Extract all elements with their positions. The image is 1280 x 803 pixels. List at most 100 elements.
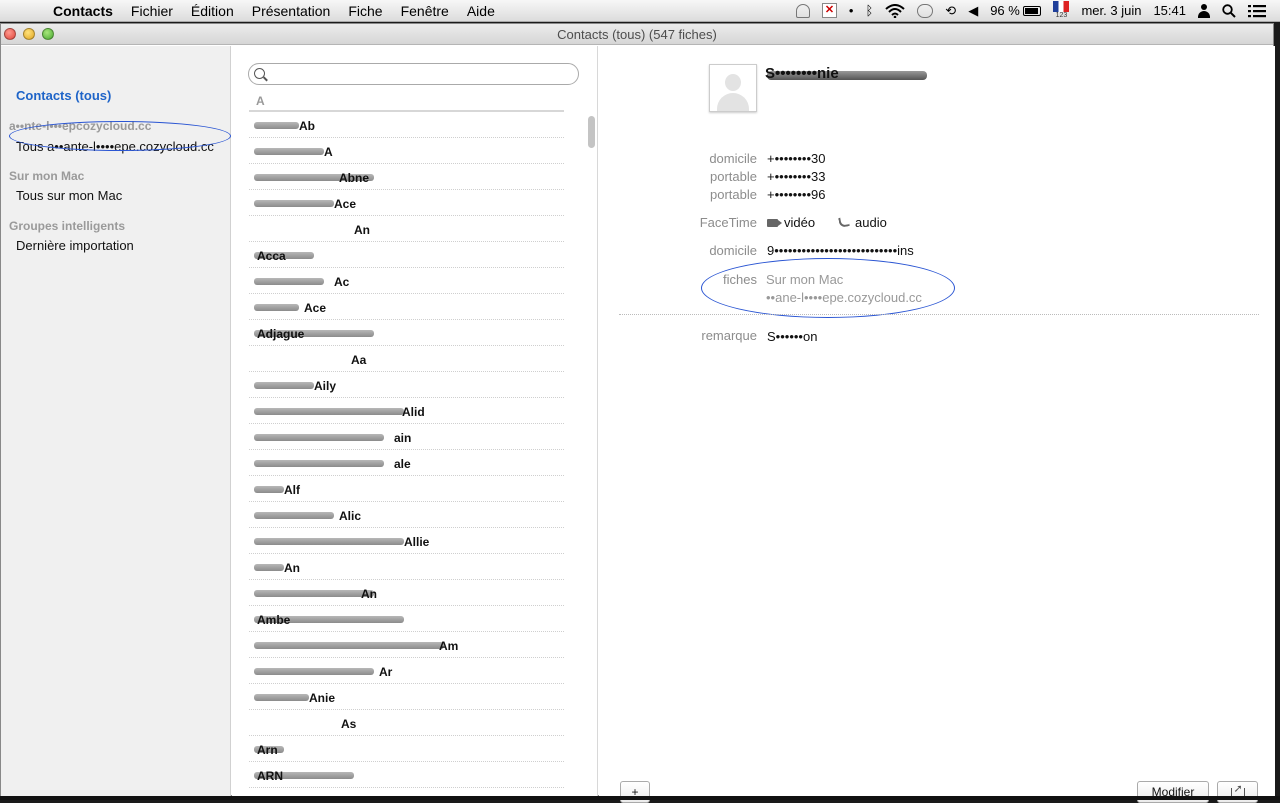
contact-avatar[interactable] — [709, 64, 757, 112]
facetime-video-link[interactable]: vidéo — [767, 215, 815, 230]
contact-name-label: ARN — [257, 769, 283, 783]
contact-name-label: Ace — [334, 197, 357, 211]
detail-divider — [619, 314, 1259, 315]
list-item[interactable]: Abne — [249, 164, 564, 190]
contact-name-label: Acca — [257, 249, 286, 263]
time-machine-icon[interactable] — [790, 3, 816, 18]
name-redaction — [254, 148, 324, 155]
name-redaction — [254, 486, 284, 493]
menu-app-contacts[interactable]: Contacts — [44, 3, 122, 19]
clock-time[interactable]: 15:41 — [1147, 3, 1192, 18]
battery-percent[interactable]: 96 % — [984, 3, 1047, 18]
list-item[interactable]: Am — [249, 632, 564, 658]
contact-name-label: Alic — [339, 509, 362, 523]
list-item[interactable]: Ace — [249, 294, 564, 320]
list-item[interactable]: Alid — [249, 398, 564, 424]
phone-label-home: domicile — [709, 151, 757, 166]
menu-fenetre[interactable]: Fenêtre — [392, 3, 458, 19]
sidebar-item-all-contacts[interactable]: Contacts (tous) — [16, 88, 111, 103]
phone-icon — [838, 216, 850, 228]
contact-name-label: As — [341, 717, 357, 731]
list-item[interactable]: Alic — [249, 502, 564, 528]
contact-name-label: ain — [394, 431, 412, 445]
search-icon — [254, 68, 265, 79]
time-sync-icon[interactable]: ⟲ — [939, 3, 962, 19]
sidebar-item-all-on-mac[interactable]: Tous sur mon Mac — [16, 188, 122, 203]
phone-value-mobile-2[interactable]: +••••••••96 — [767, 187, 825, 202]
list-item[interactable]: Aily — [249, 372, 564, 398]
sidebar-item-last-import[interactable]: Dernière importation — [16, 238, 134, 253]
list-item[interactable]: Ab — [249, 112, 564, 138]
list-item[interactable]: ale — [249, 450, 564, 476]
address-value-home[interactable]: 9•••••••••••••••••••••••••••ins — [767, 243, 914, 258]
notification-center-icon[interactable] — [1242, 4, 1272, 18]
dot-status-icon[interactable]: • — [843, 3, 860, 18]
note-value[interactable]: S••••••on — [767, 329, 817, 344]
highlight-oval — [9, 121, 231, 151]
list-item[interactable]: Alf — [249, 476, 564, 502]
list-item[interactable]: ain — [249, 424, 564, 450]
contact-name-label: An — [284, 561, 300, 575]
spotlight-search-icon[interactable] — [1216, 3, 1242, 18]
battery-icon — [1023, 5, 1042, 16]
list-item[interactable]: Ambe — [249, 606, 564, 632]
list-item[interactable]: An — [249, 580, 564, 606]
contact-name-label: Aa — [351, 353, 367, 367]
messages-status-icon[interactable] — [911, 3, 939, 18]
list-scrollbar[interactable] — [588, 116, 595, 148]
wifi-icon[interactable] — [879, 3, 911, 18]
menu-presentation[interactable]: Présentation — [243, 3, 340, 19]
list-item[interactable]: Aa — [249, 346, 564, 372]
blocked-x-icon[interactable]: ✕ — [816, 3, 843, 18]
facetime-audio-link[interactable]: audio — [838, 215, 887, 230]
title-bar[interactable]: Contacts (tous) (547 fiches) — [1, 24, 1273, 45]
user-icon[interactable] — [1192, 3, 1216, 18]
name-redaction — [254, 694, 309, 701]
menu-fichier[interactable]: Fichier — [122, 3, 182, 19]
name-redaction — [254, 382, 314, 389]
list-item[interactable]: Ace — [249, 190, 564, 216]
list-item[interactable]: A — [249, 138, 564, 164]
list-item[interactable]: Ar — [249, 658, 564, 684]
phone-label-mobile-2: portable — [710, 187, 757, 202]
list-item[interactable]: Ac — [249, 268, 564, 294]
menu-bar: Contacts Fichier Édition Présentation Fi… — [0, 0, 1280, 22]
list-item[interactable]: As — [249, 710, 564, 736]
contact-name-label: Ac — [334, 275, 350, 289]
contact-list-pane: A Ab A Abne Ace An Acca Ac Ace Adjague Aa Aily Alid… — [232, 46, 598, 797]
highlight-oval — [701, 258, 955, 318]
search-input[interactable] — [271, 66, 571, 82]
menu-aide[interactable]: Aide — [458, 3, 504, 19]
volume-icon[interactable]: ◀ — [962, 3, 984, 19]
clock-date[interactable]: mer. 3 juin — [1075, 3, 1147, 18]
contacts-window: Contacts (tous) (547 fiches) Contacts (t… — [0, 23, 1275, 803]
sidebar-header-smart-groups: Groupes intelligents — [9, 219, 126, 233]
list-item[interactable]: ARN — [249, 762, 564, 788]
name-redaction — [254, 278, 324, 285]
list-item[interactable]: Acca — [249, 242, 564, 268]
phone-value-home[interactable]: +••••••••30 — [767, 151, 825, 166]
name-redaction — [254, 122, 299, 129]
bluetooth-icon[interactable]: ᛒ — [859, 3, 879, 18]
address-label-home: domicile — [709, 243, 757, 258]
menu-edition[interactable]: Édition — [182, 3, 243, 19]
contact-name-label: A — [324, 145, 333, 159]
list-item[interactable]: An — [249, 216, 564, 242]
input-source-flag-icon[interactable]: 123 — [1047, 1, 1075, 20]
list-item[interactable]: An — [249, 554, 564, 580]
name-redaction — [254, 564, 284, 571]
avatar-placeholder-icon — [725, 74, 741, 91]
name-redaction — [254, 408, 404, 415]
list-item[interactable]: Adjague — [249, 320, 564, 346]
menu-fiche[interactable]: Fiche — [339, 3, 391, 19]
phone-value-mobile-1[interactable]: +••••••••33 — [767, 169, 825, 184]
contact-name-label: Adjague — [257, 327, 305, 341]
search-field[interactable] — [248, 63, 579, 85]
contact-name-label: Ab — [299, 119, 315, 133]
groups-sidebar: Contacts (tous) a••nte-l•••epcozycloud.c… — [1, 46, 231, 797]
list-item[interactable]: Allie — [249, 528, 564, 554]
list-item[interactable]: Anie — [249, 684, 564, 710]
note-label: remarque — [701, 328, 757, 343]
name-redaction — [254, 460, 384, 467]
list-item[interactable]: Arn — [249, 736, 564, 762]
